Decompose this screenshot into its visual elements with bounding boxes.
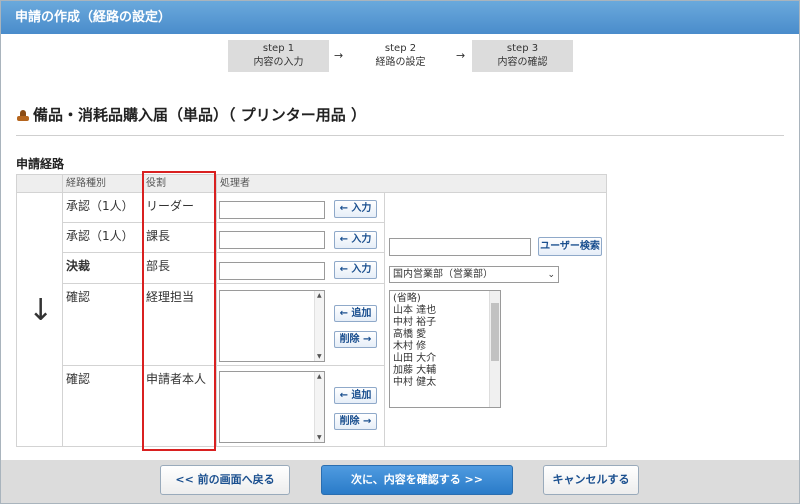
- step-2-number: step 2: [384, 43, 417, 54]
- row-3-role: 部長: [142, 252, 217, 284]
- header-kind: 経路種別: [62, 174, 143, 193]
- department-select-value: 国内営業部（営業部）: [393, 269, 493, 280]
- step-2-label: 経路の設定: [375, 57, 426, 68]
- step-1-number: step 1: [262, 43, 295, 54]
- department-select[interactable]: 国内営業部（営業部） ⌄: [389, 266, 559, 283]
- list-item[interactable]: 中村 健太: [393, 377, 497, 389]
- step-2: step 2 経路の設定: [350, 40, 451, 72]
- step-arrow-2: →: [456, 49, 466, 62]
- scrollbar[interactable]: ▲ ▼: [314, 291, 324, 361]
- list-item[interactable]: 木村 修: [393, 341, 497, 353]
- window-title: 申請の作成（経路の設定）: [1, 1, 799, 34]
- form-heading: 備品・消耗品購入届（単品）（ プリンター用品 ）: [16, 104, 366, 125]
- add-button-applicant[interactable]: ← 追加: [334, 387, 377, 404]
- header-blank: [16, 174, 63, 193]
- input-button-1[interactable]: ← 入力: [334, 200, 377, 218]
- list-item[interactable]: (省略): [393, 293, 497, 305]
- list-item[interactable]: 山田 大介: [393, 353, 497, 365]
- step-3: step 3 内容の確認: [472, 40, 573, 72]
- step-1-label: 内容の入力: [253, 57, 304, 68]
- flow-down-arrow: ↓: [28, 293, 54, 328]
- step-1: step 1 内容の入力: [228, 40, 329, 72]
- processor-list-accounting[interactable]: ▲ ▼: [219, 290, 325, 362]
- route-table-header: 経路種別 役割 処理者: [16, 174, 607, 193]
- add-button-accounting[interactable]: ← 追加: [334, 305, 377, 322]
- row-1-role: リーダー: [142, 192, 217, 223]
- route-section-label: 申請経路: [16, 157, 65, 171]
- divider: [16, 135, 784, 136]
- list-item[interactable]: 加藤 大輔: [393, 365, 497, 377]
- row-4-kind: 確認: [62, 283, 143, 366]
- list-item[interactable]: 山本 達也: [393, 305, 497, 317]
- step-indicator: step 1 内容の入力 → step 2 経路の設定 → step 3 内容の…: [0, 40, 800, 72]
- next-button[interactable]: 次に、内容を確認する >>: [321, 465, 513, 495]
- header-processor: 処理者: [216, 174, 607, 193]
- step-3-label: 内容の確認: [497, 57, 548, 68]
- delete-button-accounting[interactable]: 削除 →: [334, 331, 377, 348]
- scrollbar-thumb[interactable]: [491, 303, 499, 361]
- input-button-3[interactable]: ← 入力: [334, 261, 377, 279]
- back-button[interactable]: << 前の画面へ戻る: [160, 465, 290, 495]
- processor-input-2[interactable]: [219, 231, 325, 249]
- form-title: 備品・消耗品購入届（単品）（ プリンター用品 ）: [33, 106, 366, 124]
- step-3-number: step 3: [506, 43, 539, 54]
- user-search-input[interactable]: [389, 238, 531, 256]
- step-arrow-1: →: [334, 49, 344, 62]
- row-2-kind: 承認（1人）: [62, 222, 143, 253]
- list-item[interactable]: 高橋 愛: [393, 329, 497, 341]
- list-item[interactable]: 中村 裕子: [393, 317, 497, 329]
- header-role: 役割: [142, 174, 217, 193]
- processor-input-1[interactable]: [219, 201, 325, 219]
- row-5-kind: 確認: [62, 365, 143, 447]
- row-5-role: 申請者本人: [142, 365, 217, 447]
- row-3-kind: 決裁: [62, 252, 143, 284]
- row-4-role: 経理担当: [142, 283, 217, 366]
- row-1-kind: 承認（1人）: [62, 192, 143, 223]
- user-list-scrollbar[interactable]: [489, 291, 500, 407]
- user-search-button[interactable]: ユーザー検索: [538, 237, 602, 256]
- processor-input-3[interactable]: [219, 262, 325, 280]
- chevron-down-icon: ⌄: [547, 270, 555, 280]
- cancel-button[interactable]: キャンセルする: [543, 465, 639, 495]
- input-button-2[interactable]: ← 入力: [334, 231, 377, 249]
- user-list[interactable]: (省略) 山本 達也 中村 裕子 高橋 愛 木村 修 山田 大介 加藤 大輔 中…: [389, 290, 501, 408]
- scrollbar[interactable]: ▲ ▼: [314, 372, 324, 442]
- processor-list-applicant[interactable]: ▲ ▼: [219, 371, 325, 443]
- delete-button-applicant[interactable]: 削除 →: [334, 413, 377, 430]
- stamp-icon: [16, 108, 30, 122]
- row-2-role: 課長: [142, 222, 217, 253]
